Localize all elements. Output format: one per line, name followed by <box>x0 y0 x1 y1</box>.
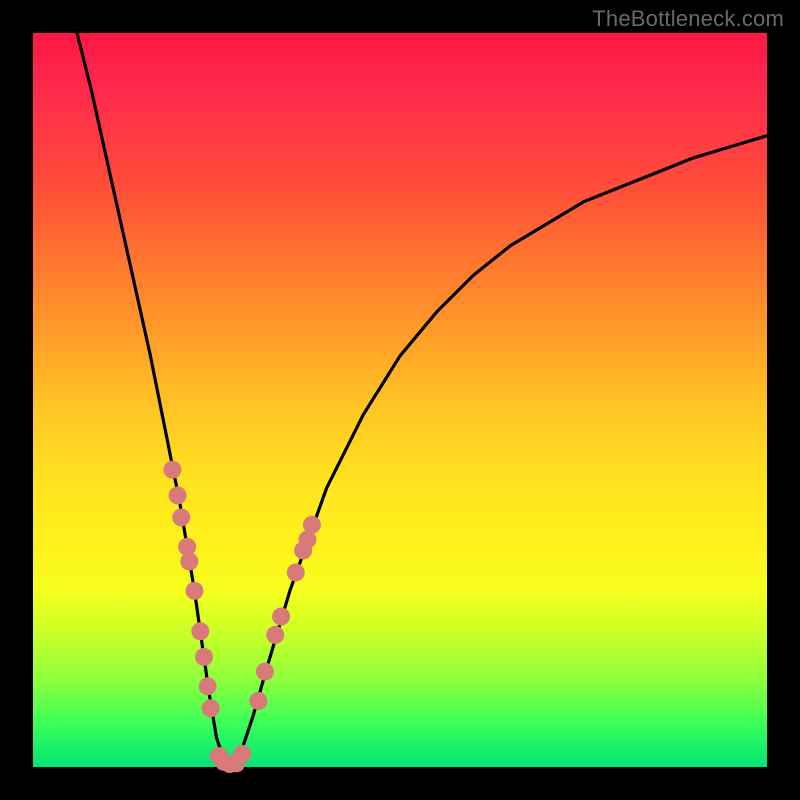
highlight-dot <box>180 552 198 570</box>
highlight-dot <box>199 677 217 695</box>
chart-frame: TheBottleneck.com <box>0 0 800 800</box>
highlight-dot <box>195 648 213 666</box>
highlight-dot <box>256 663 274 681</box>
highlight-dot <box>249 692 267 710</box>
bottleneck-curve <box>77 33 767 767</box>
highlight-dots-group <box>163 461 320 773</box>
highlight-dot <box>287 563 305 581</box>
chart-svg <box>33 33 767 767</box>
highlight-dot <box>169 486 187 504</box>
highlight-dot <box>233 745 251 763</box>
highlight-dot <box>202 699 220 717</box>
attribution-label: TheBottleneck.com <box>592 6 784 32</box>
highlight-dot <box>303 516 321 534</box>
plot-area <box>33 33 767 767</box>
highlight-dot <box>266 626 284 644</box>
highlight-dot <box>172 508 190 526</box>
highlight-dot <box>163 461 181 479</box>
highlight-dot <box>191 622 209 640</box>
highlight-dot <box>185 582 203 600</box>
highlight-dot <box>272 608 290 626</box>
